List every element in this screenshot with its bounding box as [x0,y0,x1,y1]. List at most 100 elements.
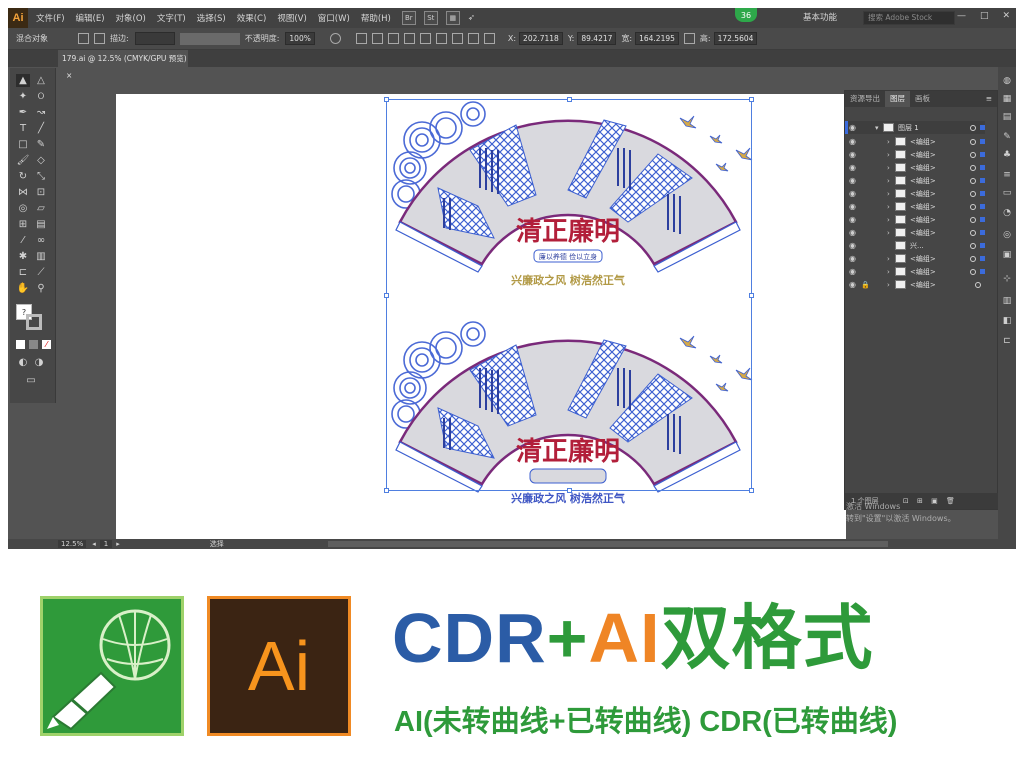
resize-handle-bottom[interactable] [567,488,572,493]
color-guide-icon[interactable]: ▦ [1001,93,1013,105]
expand-arrow-icon[interactable]: › [887,177,895,185]
selection-indicator [980,217,985,222]
expand-arrow-icon[interactable]: › [887,151,895,159]
layer-row[interactable]: ◉ › <编组> [845,135,985,148]
layer-row[interactable]: ◉ › <编组> [845,200,985,213]
target-circle-icon[interactable] [970,229,976,236]
target-circle-icon[interactable] [975,281,981,288]
tab-asset-export[interactable]: 资源导出 [845,91,885,107]
collapse-arrow-icon[interactable]: ▾ [875,124,883,132]
target-circle-icon[interactable] [970,242,976,249]
gradient-panel-icon[interactable]: ▭ [1001,187,1013,199]
transparency-panel-icon[interactable]: ◔ [1001,207,1013,219]
horizontal-scrollbar[interactable] [328,541,888,547]
layer-row[interactable]: ◉ › <编组> [845,265,985,278]
expand-arrow-icon[interactable]: › [887,229,895,237]
target-circle-icon[interactable] [970,177,976,184]
symbols-panel-icon[interactable]: ♣ [1001,149,1013,161]
layer-row[interactable]: ◉ › <编组> [845,161,985,174]
visibility-eye-icon[interactable]: ◉ [849,215,861,224]
lock-icon[interactable]: 🔒 [861,281,871,289]
align-panel-icon[interactable]: ▥ [1001,295,1013,307]
layer-row[interactable]: ◉ › <编组> [845,148,985,161]
visibility-eye-icon[interactable]: ◉ [849,254,861,263]
activation-hint: 转到"设置"以激活 Windows。 [846,514,956,523]
layer-row[interactable]: ◉ 🔒 › <编组> [845,278,985,291]
zoom-level[interactable]: 12.5% [58,540,87,548]
visibility-eye-icon[interactable]: ◉ [849,241,861,250]
target-circle-icon[interactable] [970,268,976,275]
layer-row-top[interactable]: ◉ ▾ 图层 1 [845,121,985,134]
selection-bounding-box[interactable] [384,97,754,493]
target-circle-icon[interactable] [970,124,976,131]
visibility-eye-icon[interactable]: ◉ [849,202,861,211]
headline-plus: + [546,599,589,677]
expand-arrow-icon[interactable]: › [887,190,895,198]
visibility-eye-icon[interactable]: ◉ [849,123,861,132]
resize-handle-left[interactable] [384,293,389,298]
selection-indicator [980,204,985,209]
resize-handle-top-left[interactable] [384,97,389,102]
tab-layers[interactable]: 图层 [885,91,910,107]
expand-arrow-icon[interactable]: › [887,216,895,224]
expand-arrow-icon[interactable]: › [887,255,895,263]
layer-row[interactable]: ◉ › <编组> [845,187,985,200]
visibility-eye-icon[interactable]: ◉ [849,150,861,159]
pathfinder-panel-icon[interactable]: ◧ [1001,315,1013,327]
visibility-eye-icon[interactable]: ◉ [849,228,861,237]
target-circle-icon[interactable] [970,216,976,223]
target-circle-icon[interactable] [970,151,976,158]
visibility-eye-icon[interactable]: ◉ [849,176,861,185]
layer-row[interactable]: ◉ 兴... [845,239,985,252]
transform-panel-icon[interactable]: ⊹ [1001,273,1013,285]
resize-handle-bottom-left[interactable] [384,488,389,493]
layer-thumbnail [895,254,906,263]
artboard-prev-icon[interactable]: ◂ [92,540,96,548]
appearance-panel-icon[interactable]: ◎ [1001,229,1013,241]
graphic-styles-icon[interactable]: ▣ [1001,249,1013,261]
artboards-panel-icon[interactable]: ⊏ [1001,335,1013,347]
visibility-eye-icon[interactable]: ◉ [849,280,861,289]
layer-thumbnail [895,267,906,276]
visibility-eye-icon[interactable]: ◉ [849,189,861,198]
panel-menu-icon[interactable]: ≡ [981,91,997,107]
target-circle-icon[interactable] [970,203,976,210]
stroke-panel-icon[interactable]: ≡ [1001,169,1013,181]
target-circle-icon[interactable] [970,190,976,197]
selection-indicator [980,243,985,248]
visibility-eye-icon[interactable]: ◉ [849,267,861,276]
layer-thumbnail [895,280,906,289]
target-circle-icon[interactable] [970,255,976,262]
visibility-eye-icon[interactable]: ◉ [849,163,861,172]
target-circle-icon[interactable] [970,164,976,171]
layer-thumbnail [895,215,906,224]
artboard-number[interactable]: 1 [99,540,113,548]
resize-handle-top[interactable] [567,97,572,102]
expand-arrow-icon[interactable]: › [887,164,895,172]
swatches-panel-icon[interactable]: ▤ [1001,111,1013,123]
resize-handle-right[interactable] [749,293,754,298]
expand-arrow-icon[interactable]: › [887,268,895,276]
brushes-panel-icon[interactable]: ✎ [1001,131,1013,143]
expand-arrow-icon[interactable]: › [887,281,895,289]
tab-artboards[interactable]: 画板 [910,91,935,107]
expand-arrow-icon[interactable]: › [887,138,895,146]
selection-indicator [980,178,985,183]
layer-row[interactable]: ◉ › <编组> [845,213,985,226]
artboard-next-icon[interactable]: ▸ [116,540,120,548]
target-circle-icon[interactable] [970,138,976,145]
layer-row[interactable]: ◉ › <编组> [845,252,985,265]
visibility-eye-icon[interactable]: ◉ [849,137,861,146]
panel-tabs: 资源导出 图层 画板 ≡ [845,91,997,107]
resize-handle-bottom-right[interactable] [749,488,754,493]
layer-row[interactable]: ◉ › <编组> [845,226,985,239]
resize-handle-top-right[interactable] [749,97,754,102]
selection-indicator [980,191,985,196]
selection-indicator [980,269,985,274]
selection-indicator [980,165,985,170]
expand-arrow-icon[interactable]: › [887,203,895,211]
layer-row[interactable]: ◉ › <编组> [845,174,985,187]
color-panel-icon[interactable]: ◍ [1001,75,1013,87]
layers-panel: 资源导出 图层 画板 ≡ ◉ ▾ 图层 1 ◉ › <编组> ◉ › <编组> ◉ › <编… [844,90,999,510]
layer-thumbnail [883,123,894,132]
